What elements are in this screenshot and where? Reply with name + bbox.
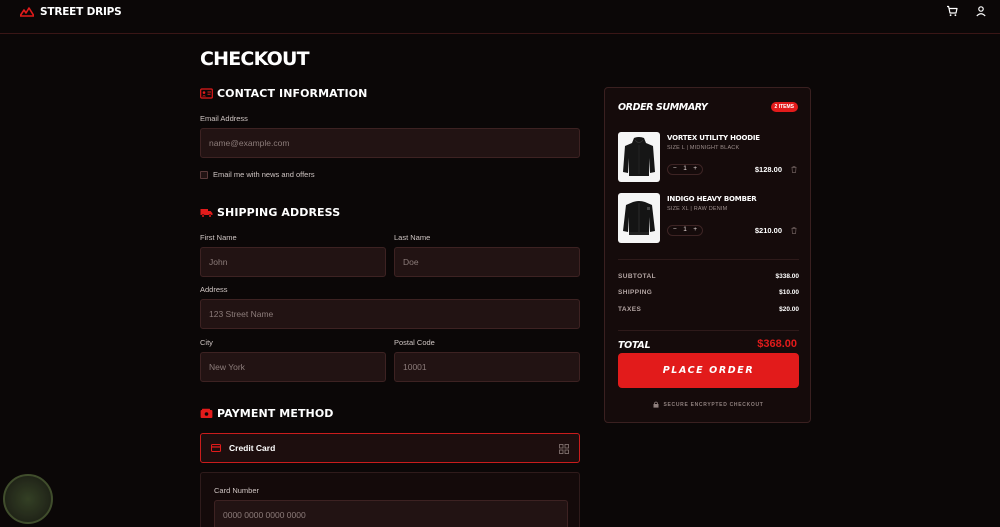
first-name-label: First Name [200, 233, 237, 242]
total-value: $368.00 [757, 338, 797, 350]
first-name-field[interactable] [200, 247, 386, 277]
postal-code-field[interactable] [394, 352, 580, 382]
email-label: Email Address [200, 114, 248, 123]
contact-section-title: CONTACT INFORMATION [200, 87, 368, 100]
payment-section-label: PAYMENT METHOD [217, 407, 334, 420]
taxes-label: TAXES [618, 306, 642, 313]
payment-option-label: Credit Card [229, 443, 276, 453]
address-input[interactable] [209, 309, 571, 319]
increase-quantity-button[interactable]: + [693, 227, 697, 234]
last-name-field[interactable] [394, 247, 580, 277]
shipping-row: SHIPPING $10.00 [618, 289, 799, 296]
newsletter-checkbox[interactable] [200, 170, 208, 179]
trash-icon[interactable] [791, 166, 797, 173]
logo-mark-icon [20, 7, 34, 17]
taxes-row: TAXES $20.00 [618, 306, 799, 313]
address-field[interactable] [200, 299, 580, 329]
email-input[interactable] [209, 138, 571, 148]
email-field[interactable] [200, 128, 580, 158]
hoodie-image [623, 137, 655, 176]
contact-section-label: CONTACT INFORMATION [217, 87, 368, 100]
bomber-jacket-image [623, 201, 655, 235]
card-number-input[interactable] [223, 510, 559, 520]
city-field[interactable] [200, 352, 386, 382]
truck-icon [200, 209, 213, 218]
card-number-label: Card Number [214, 486, 260, 495]
credit-card-icon [211, 444, 221, 452]
cart-icon[interactable] [946, 5, 958, 17]
order-summary-title: ORDER SUMMARY [618, 102, 708, 113]
card-number-field[interactable] [214, 500, 568, 527]
postal-code-label: Postal Code [394, 338, 435, 347]
product-image-bomber[interactable] [618, 193, 660, 243]
quantity-value: 1 [683, 165, 687, 173]
total-divider [618, 330, 799, 331]
last-name-label: Last Name [394, 233, 431, 242]
shipping-section-title: SHIPPING ADDRESS [200, 206, 340, 219]
shipping-value: $10.00 [779, 289, 799, 296]
page-title: CHECKOUT [200, 48, 310, 70]
payment-section-title: PAYMENT METHOD [200, 407, 334, 420]
cart-item: VORTEX UTILITY HOODIE SIZE L | MIDNIGHT … [618, 132, 799, 182]
subtotal-row: SUBTOTAL $338.00 [618, 273, 799, 280]
decrease-quantity-button[interactable]: − [673, 166, 677, 173]
city-label: City [200, 338, 213, 347]
top-nav-bar: STREET DRIPS [0, 0, 1000, 34]
secure-checkout-note: SECURE ENCRYPTED CHECKOUT [605, 401, 812, 408]
product-image-hoodie[interactable] [618, 132, 660, 182]
payment-option-credit-card[interactable]: Credit Card [200, 433, 580, 463]
user-icon[interactable] [975, 5, 987, 17]
item-name: INDIGO HEAVY BOMBER [667, 195, 757, 203]
card-brands-icon [559, 444, 569, 454]
item-name: VORTEX UTILITY HOODIE [667, 134, 760, 142]
item-count-badge: 2 ITEMS [770, 102, 798, 112]
brand-logo[interactable]: STREET DRIPS [20, 6, 122, 18]
quantity-value: 1 [683, 226, 687, 234]
subtotal-label: SUBTOTAL [618, 273, 656, 280]
address-label: Address [200, 285, 228, 294]
city-input[interactable] [209, 362, 377, 372]
cart-item: INDIGO HEAVY BOMBER SIZE XL | RAW DENIM … [618, 193, 799, 243]
item-variant: SIZE L | MIDNIGHT BLACK [667, 145, 740, 151]
first-name-input[interactable] [209, 257, 377, 267]
item-price: $210.00 [754, 226, 782, 235]
lock-icon [653, 401, 659, 408]
watermark-emblem [3, 474, 53, 524]
increase-quantity-button[interactable]: + [693, 166, 697, 173]
secure-checkout-text: SECURE ENCRYPTED CHECKOUT [663, 401, 764, 408]
quantity-stepper: − 1 + [667, 225, 703, 236]
item-variant: SIZE XL | RAW DENIM [667, 206, 728, 212]
decrease-quantity-button[interactable]: − [673, 227, 677, 234]
summary-divider [618, 259, 799, 260]
card-details-panel: Card Number [200, 472, 580, 527]
trash-icon[interactable] [791, 227, 797, 234]
shipping-section-label: SHIPPING ADDRESS [217, 206, 341, 219]
item-price: $128.00 [754, 165, 782, 174]
newsletter-option[interactable]: Email me with news and offers [200, 170, 315, 179]
total-label: TOTAL [618, 340, 651, 351]
taxes-value: $20.00 [779, 306, 799, 313]
newsletter-label: Email me with news and offers [213, 170, 315, 179]
shipping-label: SHIPPING [618, 289, 653, 296]
wallet-icon [200, 408, 213, 418]
postal-code-input[interactable] [403, 362, 571, 372]
id-card-icon [200, 88, 213, 99]
subtotal-value: $338.00 [775, 273, 800, 280]
last-name-input[interactable] [403, 257, 571, 267]
brand-name: STREET DRIPS [40, 6, 122, 18]
place-order-button[interactable]: PLACE ORDER [618, 353, 799, 388]
quantity-stepper: − 1 + [667, 164, 703, 175]
order-summary-panel: ORDER SUMMARY 2 ITEMS VORTEX UTILITY HOO… [604, 87, 811, 423]
